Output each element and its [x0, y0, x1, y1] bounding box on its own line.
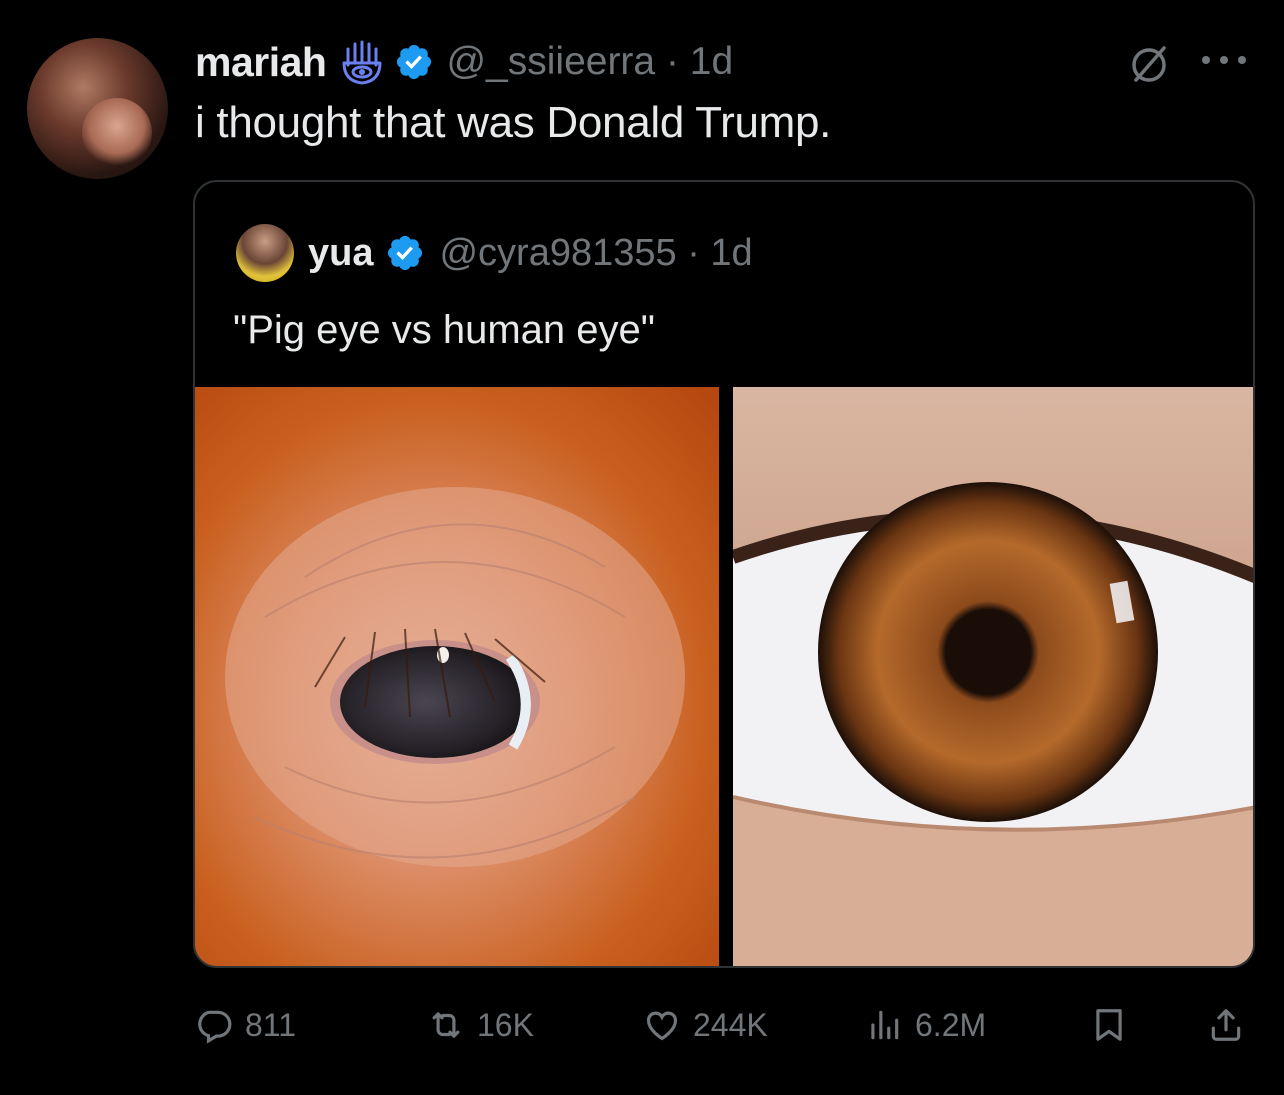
reply-icon [198, 1010, 232, 1044]
analytics-bars-icon [871, 1010, 899, 1040]
more-options-icon[interactable] [1198, 52, 1250, 68]
like-button[interactable]: 244K [643, 1000, 768, 1050]
tweet-header: mariah @_ssiieerra · 1d [195, 36, 733, 88]
verified-badge-icon [397, 44, 432, 80]
repost-icon [432, 1012, 460, 1038]
author-handle-time[interactable]: @_ssiieerra · 1d [446, 40, 733, 84]
reply-button[interactable]: 811 [195, 1000, 296, 1050]
grok-icon[interactable] [1124, 40, 1174, 90]
share-button[interactable] [1207, 1000, 1245, 1050]
repost-count: 16K [477, 1006, 534, 1043]
view-count: 6.2M [915, 1006, 987, 1043]
author-name[interactable]: mariah [195, 39, 327, 86]
hamsa-emoji-icon [342, 40, 382, 85]
verified-badge-icon [388, 235, 423, 271]
bookmark-button[interactable] [1090, 1000, 1128, 1050]
views-button[interactable]: 6.2M [865, 1000, 986, 1050]
human-eye-photo[interactable] [733, 387, 1253, 966]
repost-button[interactable]: 16K [427, 1000, 534, 1050]
quoted-tweet[interactable]: yua @cyra981355 · 1d "Pig eye vs human e… [193, 180, 1255, 968]
quoted-tweet-text: "Pig eye vs human eye" [233, 308, 655, 352]
tweet-actions-bar: 811 16K 244K 6.2M [195, 1000, 1255, 1050]
author-avatar[interactable] [27, 38, 168, 179]
bookmark-icon [1096, 1009, 1122, 1041]
reply-count: 811 [245, 1006, 297, 1043]
heart-icon [646, 1011, 678, 1041]
pig-eye-photo[interactable] [195, 387, 719, 966]
share-icon [1211, 1009, 1241, 1041]
tweet[interactable]: mariah @_ssiieerra · 1d i thought that w… [0, 0, 1284, 1095]
quoted-author-name[interactable]: yua [308, 232, 373, 275]
tweet-text: i thought that was Donald Trump. [195, 98, 832, 147]
quoted-author-avatar[interactable] [236, 224, 294, 282]
quoted-tweet-header: yua @cyra981355 · 1d [308, 228, 753, 278]
quoted-author-handle-time[interactable]: @cyra981355 · 1d [439, 232, 752, 275]
like-count: 244K [693, 1006, 768, 1043]
